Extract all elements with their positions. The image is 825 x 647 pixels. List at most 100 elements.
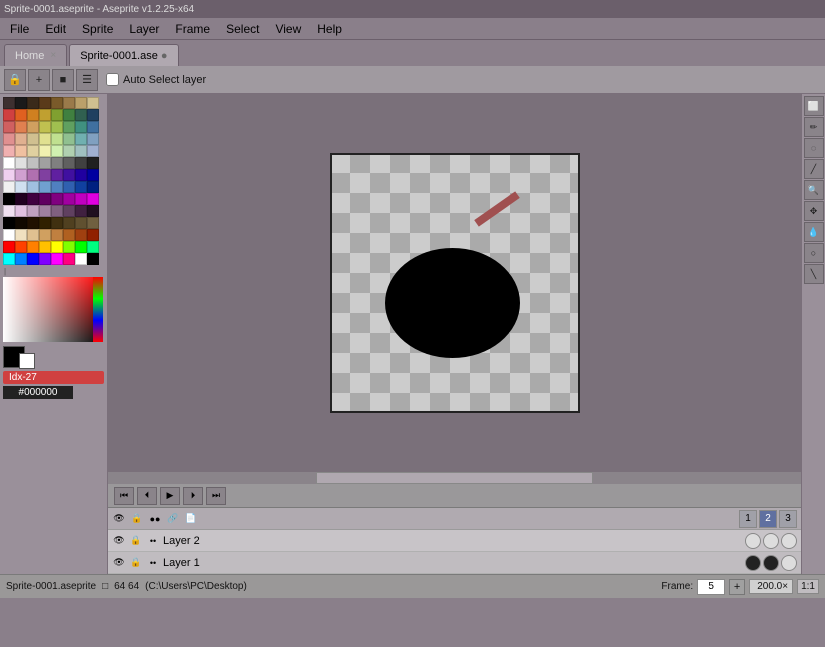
rt-select[interactable]: ⬜ xyxy=(804,96,824,116)
palette-cell-66[interactable] xyxy=(27,193,39,205)
palette-cell-82[interactable] xyxy=(27,217,39,229)
menu-help[interactable]: Help xyxy=(309,20,350,38)
palette-cell-20[interactable] xyxy=(51,121,63,133)
palette-cell-109[interactable] xyxy=(63,253,75,265)
palette-cell-8[interactable] xyxy=(3,109,15,121)
layer2-frame2[interactable] xyxy=(763,533,779,549)
palette-cell-17[interactable] xyxy=(15,121,27,133)
palette-cell-13[interactable] xyxy=(63,109,75,121)
palette-cell-1[interactable] xyxy=(15,97,27,109)
palette-cell-45[interactable] xyxy=(63,157,75,169)
anim-next[interactable]: ⏵ xyxy=(183,487,203,505)
palette-cell-40[interactable] xyxy=(3,157,15,169)
hue-slider[interactable] xyxy=(93,277,103,342)
palette-cell-81[interactable] xyxy=(15,217,27,229)
layer2-visible-icon[interactable]: 👁 xyxy=(112,534,126,548)
palette-cell-84[interactable] xyxy=(51,217,63,229)
lock-button[interactable]: 🔒 xyxy=(4,69,26,91)
layer2-dots-icon[interactable]: •• xyxy=(146,534,160,548)
layer1-frame2[interactable] xyxy=(763,555,779,571)
palette-cell-55[interactable] xyxy=(87,169,99,181)
palette-cell-38[interactable] xyxy=(75,145,87,157)
palette-cell-90[interactable] xyxy=(27,229,39,241)
bg-color[interactable] xyxy=(19,353,35,369)
palette-cell-68[interactable] xyxy=(51,193,63,205)
palette-cell-97[interactable] xyxy=(15,241,27,253)
palette-cell-42[interactable] xyxy=(27,157,39,169)
palette-cell-69[interactable] xyxy=(63,193,75,205)
palette-cell-33[interactable] xyxy=(15,145,27,157)
palette-cell-108[interactable] xyxy=(51,253,63,265)
palette-cell-61[interactable] xyxy=(63,181,75,193)
palette-cell-3[interactable] xyxy=(39,97,51,109)
palette-cell-16[interactable] xyxy=(3,121,15,133)
palette-cell-6[interactable] xyxy=(75,97,87,109)
anim-first[interactable]: ⏮ xyxy=(114,487,134,505)
frame-num-2[interactable]: 2 xyxy=(759,510,777,528)
palette-cell-75[interactable] xyxy=(39,205,51,217)
palette-cell-41[interactable] xyxy=(15,157,27,169)
palette-cell-79[interactable] xyxy=(87,205,99,217)
layer1-frame3[interactable] xyxy=(781,555,797,571)
rt-eraser[interactable]: ◌ xyxy=(804,138,824,158)
ratio-display[interactable]: 1:1 xyxy=(797,579,819,594)
palette-cell-92[interactable] xyxy=(51,229,63,241)
palette-cell-106[interactable] xyxy=(27,253,39,265)
palette-cell-77[interactable] xyxy=(63,205,75,217)
palette-cell-71[interactable] xyxy=(87,193,99,205)
palette-cell-101[interactable] xyxy=(63,241,75,253)
lock-header-icon[interactable]: 🔒 xyxy=(130,512,144,526)
tab-home-close[interactable]: × xyxy=(50,50,56,61)
palette-cell-74[interactable] xyxy=(27,205,39,217)
palette-cell-51[interactable] xyxy=(39,169,51,181)
palette-cell-86[interactable] xyxy=(75,217,87,229)
tab-home[interactable]: Home × xyxy=(4,44,67,66)
layer1-frame1[interactable] xyxy=(745,555,761,571)
palette-cell-54[interactable] xyxy=(75,169,87,181)
palette-cell-99[interactable] xyxy=(39,241,51,253)
palette-cell-53[interactable] xyxy=(63,169,75,181)
palette-cell-105[interactable] xyxy=(15,253,27,265)
auto-select-checkbox[interactable] xyxy=(106,73,119,86)
rt-oval[interactable]: ○ xyxy=(804,243,824,263)
rt-pencil[interactable]: ✏ xyxy=(804,117,824,137)
palette-cell-58[interactable] xyxy=(27,181,39,193)
palette-cell-62[interactable] xyxy=(75,181,87,193)
palette-cell-36[interactable] xyxy=(51,145,63,157)
palette-cell-70[interactable] xyxy=(75,193,87,205)
palette-cell-87[interactable] xyxy=(87,217,99,229)
layer1-dots-icon[interactable]: •• xyxy=(146,556,160,570)
layer2-frame3[interactable] xyxy=(781,533,797,549)
menu-select[interactable]: Select xyxy=(218,20,267,38)
palette-cell-12[interactable] xyxy=(51,109,63,121)
palette-cell-59[interactable] xyxy=(39,181,51,193)
anim-play[interactable]: ▶ xyxy=(160,487,180,505)
palette-cell-25[interactable] xyxy=(15,133,27,145)
palette-cell-98[interactable] xyxy=(27,241,39,253)
palette-cell-44[interactable] xyxy=(51,157,63,169)
scrollbar-thumb[interactable] xyxy=(316,472,593,484)
palette-cell-96[interactable] xyxy=(3,241,15,253)
palette-cell-88[interactable] xyxy=(3,229,15,241)
palette-cell-34[interactable] xyxy=(27,145,39,157)
menu-button[interactable]: ☰ xyxy=(76,69,98,91)
palette-cell-80[interactable] xyxy=(3,217,15,229)
palette-cell-100[interactable] xyxy=(51,241,63,253)
palette-cell-18[interactable] xyxy=(27,121,39,133)
canvas-viewport[interactable] xyxy=(108,94,801,472)
palette-cell-23[interactable] xyxy=(87,121,99,133)
palette-cell-7[interactable] xyxy=(87,97,99,109)
palette-cell-39[interactable] xyxy=(87,145,99,157)
layer1-visible-icon[interactable]: 👁 xyxy=(112,556,126,570)
palette-cell-52[interactable] xyxy=(51,169,63,181)
menu-edit[interactable]: Edit xyxy=(37,20,74,38)
canvas-scrollbar[interactable] xyxy=(108,472,801,484)
palette-cell-37[interactable] xyxy=(63,145,75,157)
link-header-icon[interactable]: 🔗 xyxy=(166,512,180,526)
palette-cell-47[interactable] xyxy=(87,157,99,169)
menu-frame[interactable]: Frame xyxy=(167,20,218,38)
palette-cell-107[interactable] xyxy=(39,253,51,265)
palette-cell-83[interactable] xyxy=(39,217,51,229)
add-button[interactable]: + xyxy=(28,69,50,91)
anim-prev[interactable]: ⏴ xyxy=(137,487,157,505)
